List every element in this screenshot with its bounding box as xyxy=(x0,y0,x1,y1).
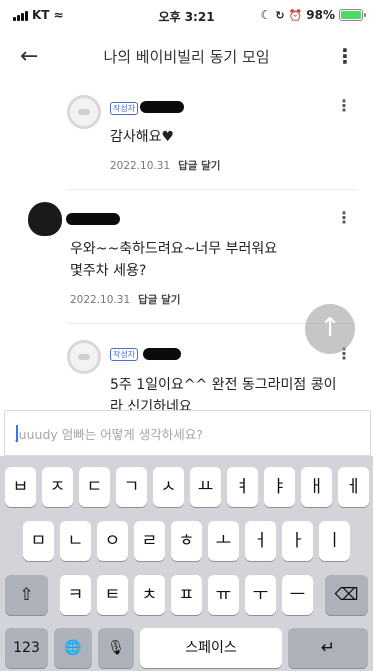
redacted-username xyxy=(66,213,120,225)
key[interactable]: ㅈ xyxy=(42,467,73,507)
comment-text-line-1: 우와~~축하드려요~너무 부러워요 xyxy=(70,241,278,257)
reply-button[interactable]: 답글 달기 xyxy=(178,160,220,172)
key[interactable]: ㅠ xyxy=(208,575,239,615)
key[interactable]: ㅓ xyxy=(245,521,276,561)
key[interactable]: ㅊ xyxy=(134,575,165,615)
key[interactable]: ㅕ xyxy=(227,467,258,507)
return-key[interactable]: ↵ xyxy=(288,628,368,668)
key[interactable]: ㅏ xyxy=(282,521,313,561)
key[interactable]: ㄴ xyxy=(60,521,91,561)
key[interactable]: ㄷ xyxy=(79,467,110,507)
key[interactable]: ㄹ xyxy=(134,521,165,561)
key[interactable]: ㅇ xyxy=(97,521,128,561)
key[interactable]: ㅛ xyxy=(190,467,221,507)
comment-text: 감사해요♥ xyxy=(110,129,175,145)
comment-text-line-1: 5주 1일이요^^ 완전 동그라미점 콩이 xyxy=(110,377,337,393)
scroll-top-button[interactable]: ↑ xyxy=(305,304,355,354)
author-badge: 작성자 xyxy=(110,348,139,361)
reply-button[interactable]: 답글 달기 xyxy=(138,294,180,306)
arrow-up-icon: ↑ xyxy=(319,313,341,343)
more-vertical-icon: ⋮ xyxy=(335,44,355,68)
key[interactable]: ㅁ xyxy=(23,521,54,561)
key[interactable]: ㄱ xyxy=(116,467,147,507)
battery-icon xyxy=(339,9,366,21)
comment-more-button[interactable]: ⋮ xyxy=(336,208,352,227)
microphone-key[interactable]: 🎙 xyxy=(98,628,134,668)
key[interactable]: ㅜ xyxy=(245,575,276,615)
keyboard: ㅂ ㅈ ㄷ ㄱ ㅅ ㅛ ㅕ ㅑ ㅐ ㅔ ㅁ ㄴ ㅇ ㄹ ㅎ ㅗ ㅓ ㅏ ㅣ ⇧ … xyxy=(0,456,373,671)
comment-text-line-2: 라 신기하네요 xyxy=(110,399,192,410)
comment-text-line-2: 몇주차 세용? xyxy=(70,263,147,279)
text-cursor xyxy=(16,425,18,442)
key[interactable]: ㅔ xyxy=(338,467,369,507)
key[interactable]: ㅍ xyxy=(171,575,202,615)
key[interactable]: ㅋ xyxy=(60,575,91,615)
avatar xyxy=(67,340,101,374)
page-title: 나의 베이비빌리 동기 모임 xyxy=(103,48,270,66)
shift-key[interactable]: ⇧ xyxy=(5,575,48,615)
comment-date: 2022.10.31 xyxy=(70,294,131,306)
key[interactable]: ㅡ xyxy=(282,575,313,615)
redacted-username xyxy=(140,101,184,113)
delete-key[interactable]: ⌫ xyxy=(325,575,368,615)
space-key[interactable]: 스페이스 xyxy=(140,628,282,668)
alarm-icon: ⏰ xyxy=(288,8,303,22)
key[interactable]: ㅑ xyxy=(264,467,295,507)
key[interactable]: ㅐ xyxy=(301,467,332,507)
numbers-key[interactable]: 123 xyxy=(5,628,48,668)
comment-more-button[interactable]: ⋮ xyxy=(336,96,352,115)
comment-date: 2022.10.31 xyxy=(110,160,171,172)
key[interactable]: ㅌ xyxy=(97,575,128,615)
comment-meta: 2022.10.31 답글 달기 xyxy=(70,292,180,307)
status-bar: KT ≈ 오후 3:21 ☾ ↻ ⏰ 98% xyxy=(0,0,373,30)
avatar xyxy=(28,202,64,240)
battery-percent: 98% xyxy=(306,8,335,22)
key[interactable]: ㅎ xyxy=(171,521,202,561)
comment-input[interactable] xyxy=(15,423,355,445)
key[interactable]: ㅂ xyxy=(5,467,36,507)
profile-image xyxy=(28,202,62,236)
divider xyxy=(67,189,357,190)
key[interactable]: ㅅ xyxy=(153,467,184,507)
author-badge: 작성자 xyxy=(110,102,139,115)
comment-list[interactable]: 작성자 ⋮ 감사해요♥ 2022.10.31 답글 달기 ⋮ 우와~~축하드려요~… xyxy=(0,82,373,410)
avatar xyxy=(67,95,101,129)
more-button[interactable]: ⋮ xyxy=(335,44,355,68)
app-header: ← 나의 베이비빌리 동기 모임 ⋮ xyxy=(0,30,373,82)
comment-meta: 2022.10.31 답글 달기 xyxy=(110,158,220,173)
orientation-lock-icon: ↻ xyxy=(275,8,285,22)
globe-key[interactable]: 🌐 xyxy=(54,628,92,668)
key[interactable]: ㅣ xyxy=(319,521,350,561)
moon-icon: ☾ xyxy=(260,8,272,22)
key[interactable]: ㅗ xyxy=(208,521,239,561)
comment-input-bar xyxy=(4,410,371,456)
redacted-username xyxy=(143,348,181,360)
